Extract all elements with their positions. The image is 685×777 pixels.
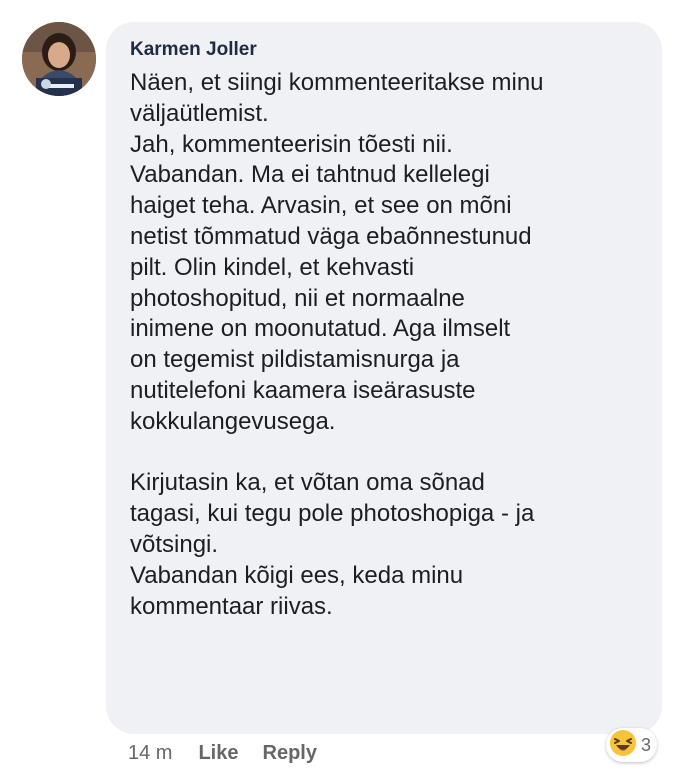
comment-text-line: Kirjutasin ka, et võtan oma sõnad <box>130 469 485 497</box>
comment-text-line: Jah, kommenteerisin tõesti nii. <box>130 130 453 158</box>
laughing-emoji-icon <box>608 728 638 763</box>
comment-text: Näen, et siingi kommenteeritakse minu vä… <box>130 68 642 622</box>
comment-timestamp[interactable]: 14 m <box>128 738 172 768</box>
comment-author[interactable]: Karmen Joller <box>130 38 642 62</box>
comment-text-line: nutitelefoni kaamera iseärasuste <box>130 376 476 404</box>
comment-text-line: pilt. Olin kindel, et kehvasti <box>130 253 415 281</box>
comment-text-line: on tegemist pildistamisnurga ja <box>130 346 460 374</box>
reaction-summary[interactable]: 3 <box>606 728 658 763</box>
like-button[interactable]: Like <box>198 738 238 768</box>
comment-text-line: netist tõmmatud väga ebaõnnestunud <box>130 222 532 250</box>
comment-text-line: photoshopitud, nii et normaalne <box>130 284 465 312</box>
comment-text-line: Näen, et siingi kommenteeritakse minu <box>130 69 544 96</box>
reply-button[interactable]: Reply <box>263 738 317 768</box>
profile-photo <box>22 22 96 96</box>
comment-text-line: Vabandan kõigi ees, keda minu <box>130 561 464 589</box>
comment-text-line: Vabandan. Ma ei tahtnud kellelegi <box>130 161 490 189</box>
comment: Karmen Joller Näen, et siingi kommenteer… <box>0 0 685 777</box>
comment-actions: 14 m Like Reply <box>128 738 317 768</box>
comment-text-line: tagasi, kui tegu pole photoshopiga - ja <box>130 500 535 528</box>
comment-bubble: Karmen Joller Näen, et siingi kommenteer… <box>106 22 662 734</box>
avatar[interactable] <box>22 22 96 96</box>
comment-text-line: kommentaar riivas. <box>130 592 333 620</box>
comment-text-line: haiget teha. Arvasin, et see on mõni <box>130 192 512 220</box>
comment-text-line: võtsingi. <box>130 530 219 558</box>
comment-text-line: kokkulangevusega. <box>130 407 336 435</box>
reaction-count: 3 <box>641 734 652 755</box>
comment-text-line: väljaütlemist. <box>130 99 269 127</box>
comment-text-blank-line <box>130 438 642 469</box>
comment-text-line: inimene on moonutatud. Aga ilmselt <box>130 315 511 343</box>
